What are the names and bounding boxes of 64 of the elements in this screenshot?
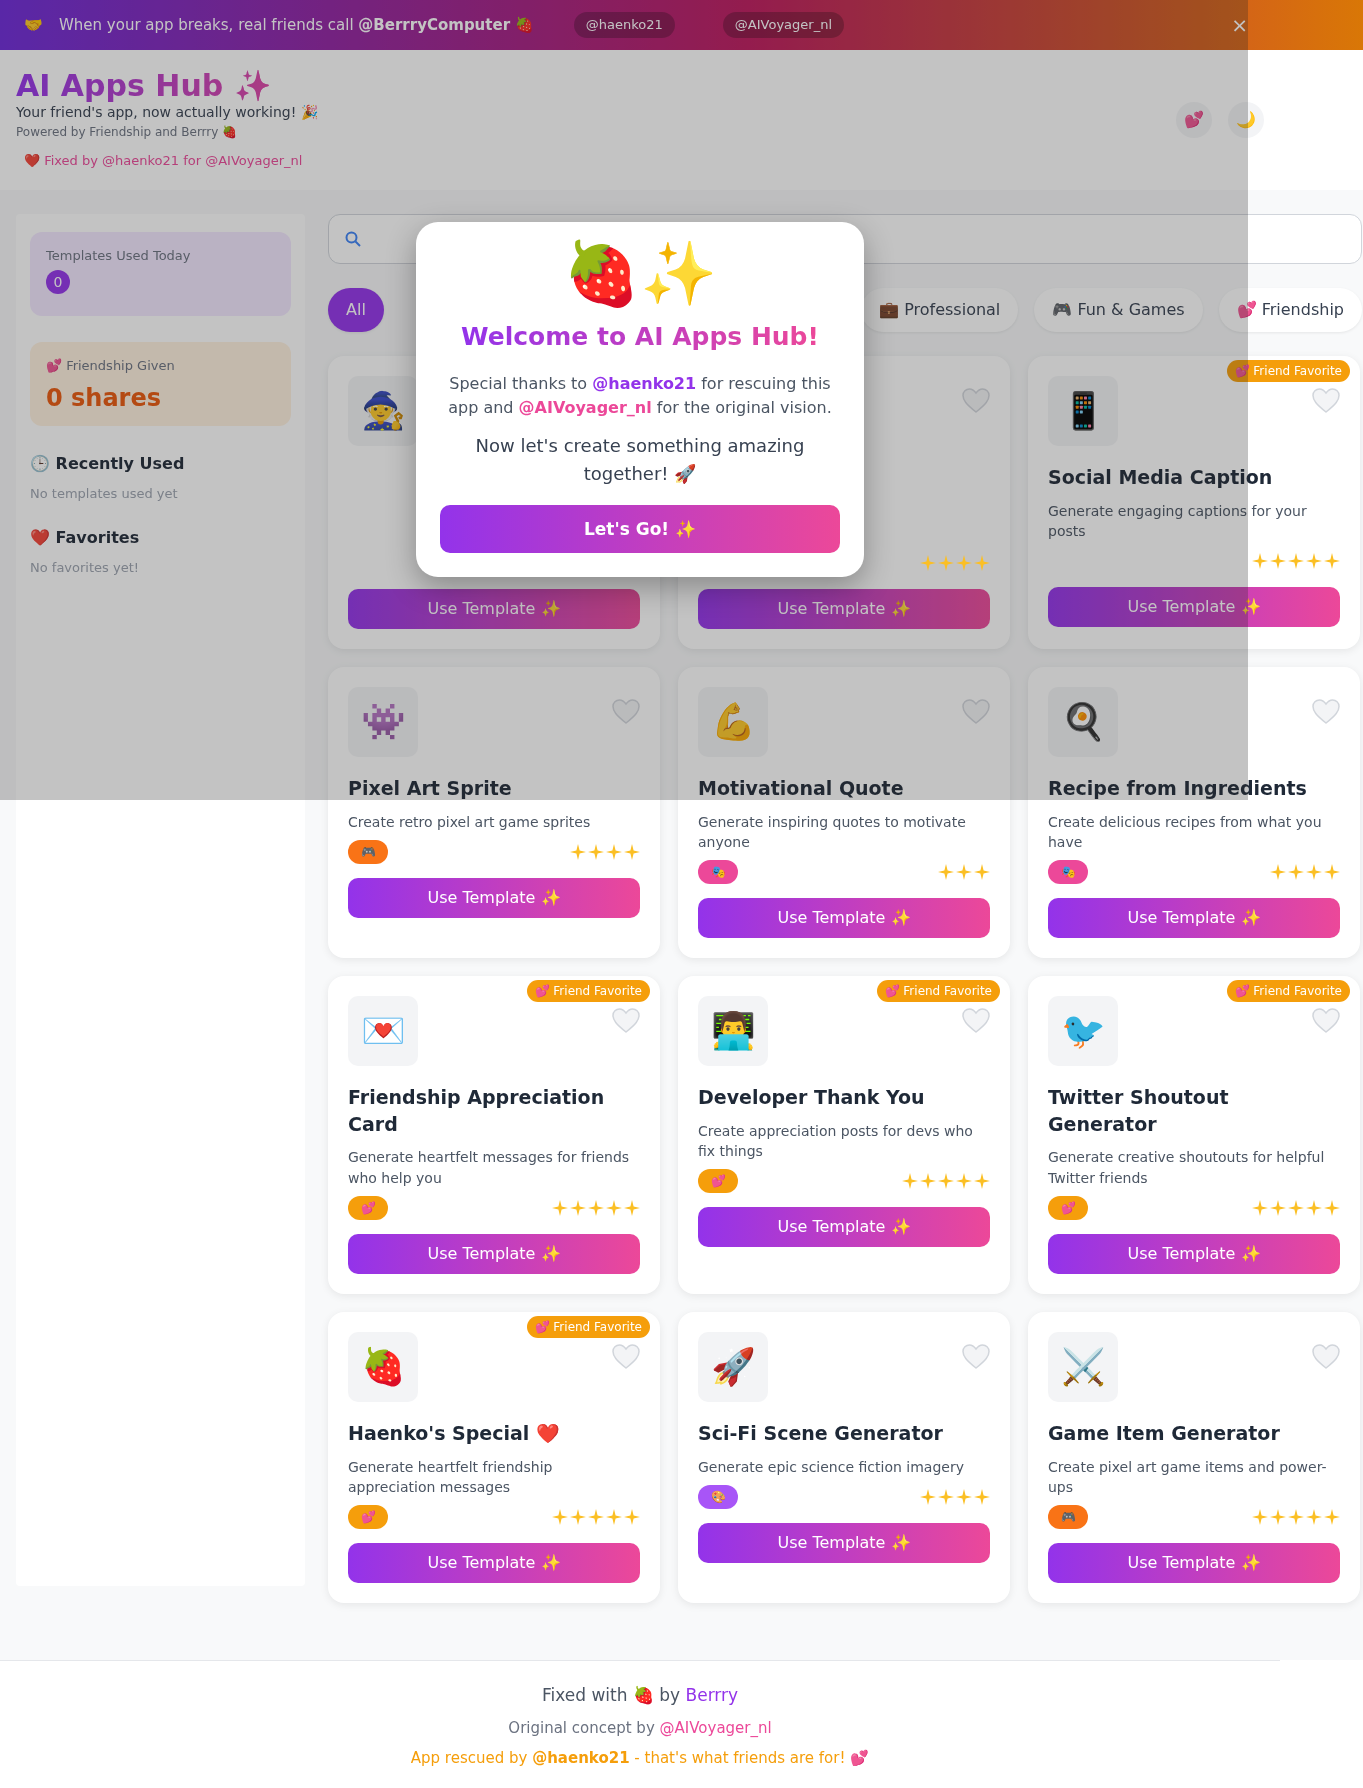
footer-concept-text: Original concept by @AIVoyager_nl [507, 1717, 773, 1739]
stat-value: 0 [46, 269, 70, 294]
template-icon: 🍳 [1048, 687, 1118, 757]
template-title: Twitter Shoutout Generator [1048, 1085, 1230, 1137]
template-icon: ⚔ [1048, 1331, 1118, 1402]
stat-label: Templates Used Today [46, 247, 192, 265]
template-icon: 👨‍💻 [698, 996, 768, 1067]
handshake-icon: 🤝 [24, 13, 43, 37]
tagline-text: Powered by Friendship and Berrry 🍓 [16, 124, 239, 142]
template-description: Generate heartfelt friendship appreciation messages [348, 1457, 554, 1497]
friend-favorite-badge: 💕 Friend Favorite [526, 1315, 650, 1338]
strawberry-sparkles-icon: 🍓✨ [440, 240, 840, 309]
banner-text: When your app breaks, real friends call @BerrryComputer 🍓 [59, 14, 534, 36]
thanks-message: Special thanks to @haenko21 for rescuing this app and @AIVoyager_nl for the original vision. [447, 372, 833, 419]
category-tag: 💕 [698, 1169, 738, 1194]
template-icon: 📱 [1048, 376, 1118, 446]
empty-message: No favorites yet! [30, 558, 140, 577]
template-title: Sci-Fi Scene Generator [698, 1420, 944, 1446]
template-description: Generate creative shoutouts for helpful Twitter friends [1048, 1148, 1326, 1188]
category-tag: 💕 [348, 1195, 388, 1220]
template-title: Social Media Caption [1048, 465, 1274, 490]
template-icon: 🚀 [698, 1331, 768, 1402]
dialog-message: Now let's create something amazing together! 🚀 [474, 433, 806, 487]
template-title: Pixel Art Sprite [348, 776, 513, 801]
category-tag: 💕 [348, 1505, 388, 1530]
template-description: Create appreciation posts for devs who fix things [698, 1121, 974, 1162]
template-title: Recipe from Ingredients [1048, 776, 1308, 801]
friend-favorite-badge: 💕 Friend Favorite [1226, 980, 1350, 1003]
category-tag: 🎨 [698, 1484, 738, 1509]
template-title: Developer Thank You [698, 1085, 926, 1111]
template-description: Generate epic science fiction imagery [698, 1457, 965, 1477]
template-description: Generate engaging captions for your posts [1048, 501, 1308, 541]
template-icon: 👾 [348, 687, 418, 757]
template-icon: 🐦 [1048, 996, 1118, 1067]
template-icon: 💌 [348, 996, 418, 1067]
template-description: Create retro pixel art game sprites [348, 812, 592, 832]
template-icon: 💪 [698, 687, 768, 757]
credit-text: ❤ Fixed by @haenko21 for @AIVoyager_nl [24, 152, 304, 171]
template-description: Generate inspiring quotes to motivate anyone [698, 812, 967, 852]
template-title: Haenko's Special ❤ [348, 1420, 561, 1446]
footer-fixed-text: Fixed with 🍓 by Berrry [540, 1684, 740, 1707]
section-title: 🕒 Recently Used [30, 453, 186, 475]
category-tag: 💕 [1048, 1195, 1088, 1220]
category-tag: 🎮 [348, 839, 388, 864]
template-description: Create pixel art game items and power-ups [1048, 1457, 1328, 1497]
section-title: ❤ Favorites [30, 526, 141, 549]
friend-favorite-badge: 💕 Friend Favorite [526, 980, 650, 1003]
category-tag: 🎭 [1048, 860, 1088, 885]
stat-value: 0 shares [46, 383, 162, 412]
template-icon: 🧙 [348, 376, 418, 446]
app-subtitle: Your friend's app, now actually working! 🎉 [16, 103, 318, 123]
template-title: Game Item Generator [1048, 1420, 1281, 1446]
friend-favorite-badge: 💕 Friend Favorite [1226, 360, 1350, 382]
category-tag: 🎮 [1048, 1505, 1088, 1530]
category-tag: 🎭 [698, 860, 738, 885]
template-icon: 🍓 [348, 1331, 418, 1402]
template-description: Generate heartfelt messages for friends who help you [348, 1148, 631, 1188]
template-title: Motivational Quote [698, 776, 905, 801]
empty-message: No templates used yet [30, 485, 179, 503]
template-title: Friendship Appreciation Card [348, 1085, 606, 1137]
footer-rescued-text: App rescued by @haenko21 - that's what friends are for! 💕 [409, 1748, 871, 1769]
friend-favorite-badge: 💕 Friend Favorite [876, 980, 1000, 1003]
stat-label: 💕 Friendship Given [46, 357, 176, 375]
template-description: Create delicious recipes from what you have [1048, 812, 1323, 852]
